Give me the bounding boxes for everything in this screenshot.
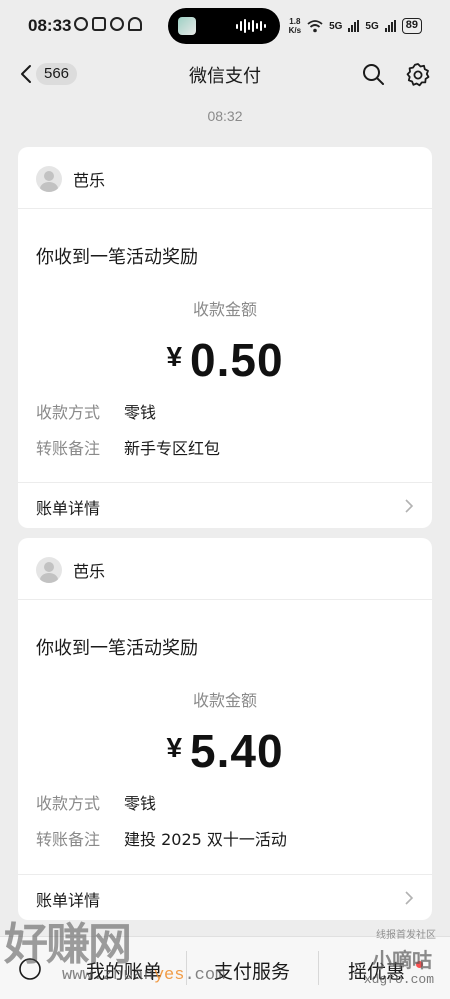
net-speed-unit: K/s bbox=[288, 26, 302, 35]
sender-name: 芭乐 bbox=[73, 171, 106, 190]
payment-card[interactable]: 芭乐 你收到一笔活动奖励 收款金额 ¥5.40 收款方式 零钱 转账备注 建投 20… bbox=[18, 538, 432, 920]
amount-label: 收款金额 bbox=[192, 691, 257, 710]
currency-symbol: ¥ bbox=[166, 732, 183, 763]
eye-icon bbox=[74, 17, 88, 31]
message-timestamp: 08:32 bbox=[207, 108, 243, 124]
payment-method-value: 零钱 bbox=[124, 403, 157, 422]
watermark-url-accent: yes bbox=[153, 966, 185, 985]
remark-value: 新手专区红包 bbox=[124, 439, 221, 458]
remark-row: 转账备注 建投 2025 双十一活动 bbox=[36, 826, 287, 850]
watermark-brand-url: xdgfo.com bbox=[363, 972, 434, 987]
watermark-forum: 线报首发社区 bbox=[376, 930, 436, 941]
amount-value: 5.40 bbox=[190, 725, 284, 777]
network-type-2: 5G bbox=[365, 20, 379, 32]
payment-method-value: 零钱 bbox=[124, 794, 157, 813]
payment-card[interactable]: 芭乐 你收到一笔活动奖励 收款金额 ¥0.50 收款方式 零钱 转账备注 新手专区红… bbox=[18, 147, 432, 528]
card-header: 芭乐 bbox=[18, 538, 432, 600]
card-title: 你收到一笔活动奖励 bbox=[36, 247, 198, 268]
network-type-1: 5G bbox=[329, 20, 343, 32]
bill-details-label: 账单详情 bbox=[36, 499, 101, 518]
avatar bbox=[36, 166, 62, 192]
media-thumbnail-icon bbox=[178, 17, 196, 35]
remark-label: 转账备注 bbox=[36, 830, 101, 849]
payment-method-label: 收款方式 bbox=[36, 794, 101, 813]
headphones-icon bbox=[128, 17, 142, 31]
net-speed: 1.8 K/s bbox=[289, 17, 301, 35]
nav-bar: 566 微信支付 bbox=[0, 50, 450, 98]
remark-value: 建投 2025 双十一活动 bbox=[124, 830, 287, 849]
alarm-icon bbox=[110, 17, 124, 31]
watermark-logo: 好赚网 bbox=[4, 919, 132, 970]
net-speed-value: 1.8 bbox=[289, 17, 301, 26]
currency-symbol: ¥ bbox=[166, 341, 183, 372]
card-title: 你收到一笔活动奖励 bbox=[36, 638, 198, 659]
wifi-icon bbox=[307, 20, 323, 33]
chevron-right-icon bbox=[405, 499, 414, 513]
signal-icon-2 bbox=[384, 20, 396, 32]
bill-details-link[interactable]: 账单详情 bbox=[18, 482, 432, 528]
amount: ¥0.50 bbox=[18, 333, 432, 387]
search-icon[interactable] bbox=[361, 62, 385, 86]
status-bar: 08:33 1.8 K/s 5G 5G 89 bbox=[0, 0, 450, 50]
amount: ¥5.40 bbox=[18, 724, 432, 778]
chevron-right-icon bbox=[405, 891, 414, 905]
payment-method-label: 收款方式 bbox=[36, 403, 101, 422]
watermark-url-prefix: www.zhuan bbox=[62, 966, 154, 985]
amount-label: 收款金额 bbox=[192, 300, 257, 319]
sender-name: 芭乐 bbox=[73, 562, 106, 581]
status-right: 1.8 K/s 5G 5G 89 bbox=[289, 17, 422, 35]
watermark-url: www.zhuanyes.com bbox=[62, 966, 225, 985]
amount-value: 0.50 bbox=[190, 334, 284, 386]
gear-icon[interactable] bbox=[405, 62, 431, 88]
watermark-url-suffix: .com bbox=[184, 966, 226, 985]
remark-label: 转账备注 bbox=[36, 439, 101, 458]
tab-payment-services[interactable]: 支付服务 bbox=[214, 957, 290, 984]
tab-divider bbox=[318, 951, 319, 985]
signal-icon bbox=[348, 20, 360, 32]
audio-wave-icon bbox=[236, 18, 266, 34]
remark-row: 转账备注 新手专区红包 bbox=[36, 435, 220, 459]
dynamic-island[interactable] bbox=[168, 8, 280, 44]
card-header: 芭乐 bbox=[18, 147, 432, 209]
avatar bbox=[36, 557, 62, 583]
battery-icon: 89 bbox=[401, 18, 422, 34]
payment-method-row: 收款方式 零钱 bbox=[36, 790, 156, 814]
status-time: 08:33 bbox=[28, 16, 72, 35]
nfc-icon bbox=[92, 17, 106, 31]
status-left-icons bbox=[74, 17, 142, 31]
watermark-brand: 小嘀咕 bbox=[372, 948, 432, 972]
payment-method-row: 收款方式 零钱 bbox=[36, 399, 156, 423]
